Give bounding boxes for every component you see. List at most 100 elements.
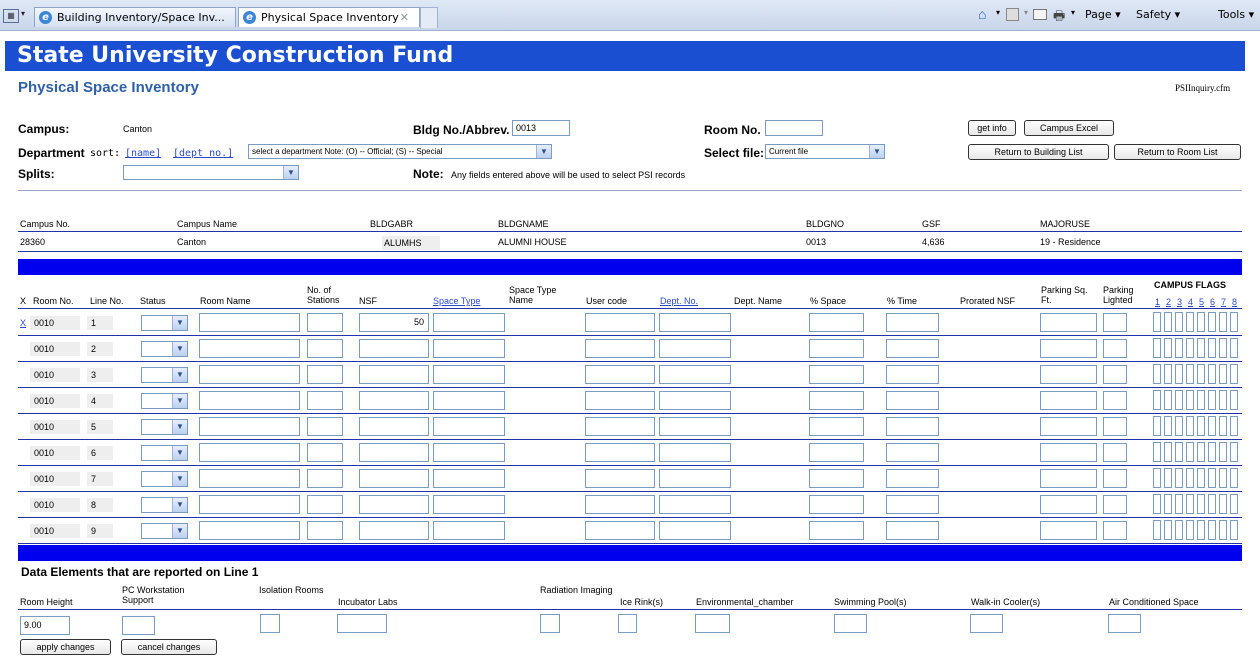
parking-sqft-input[interactable] <box>1040 339 1097 358</box>
campus-flag-checkbox[interactable] <box>1153 312 1161 332</box>
campus-flag-checkbox[interactable] <box>1164 312 1172 332</box>
campus-excel-button[interactable]: Campus Excel <box>1024 120 1114 136</box>
campus-flag-checkbox[interactable] <box>1208 494 1216 514</box>
room-name-input[interactable] <box>199 469 300 488</box>
campus-flag-checkbox[interactable] <box>1175 520 1183 540</box>
campus-flag-checkbox[interactable] <box>1219 520 1227 540</box>
campus-flag-checkbox[interactable] <box>1219 312 1227 332</box>
status-select[interactable]: ▼ <box>141 341 188 357</box>
campus-flag-checkbox[interactable] <box>1208 338 1216 358</box>
nsf-input[interactable] <box>359 443 429 462</box>
campus-flag-checkbox[interactable] <box>1197 494 1205 514</box>
space-type-input[interactable] <box>433 313 505 332</box>
nsf-input[interactable] <box>359 339 429 358</box>
pct-space-input[interactable] <box>809 495 864 514</box>
parking-lighted-input[interactable] <box>1103 391 1127 410</box>
sort-by-name-link[interactable]: [name] <box>125 148 161 159</box>
parking-sqft-input[interactable] <box>1040 313 1097 332</box>
delete-row-link[interactable]: X <box>20 318 26 328</box>
campus-flag-checkbox[interactable] <box>1153 494 1161 514</box>
nsf-input[interactable] <box>359 417 429 436</box>
campus-flag-checkbox[interactable] <box>1175 468 1183 488</box>
parking-sqft-input[interactable] <box>1040 391 1097 410</box>
stations-input[interactable] <box>307 417 343 436</box>
parking-sqft-input[interactable] <box>1040 469 1097 488</box>
campus-flag-checkbox[interactable] <box>1153 520 1161 540</box>
campus-flag-checkbox[interactable] <box>1197 442 1205 462</box>
tab-list-chevron-icon[interactable]: ▾ <box>21 9 25 18</box>
pct-space-input[interactable] <box>809 521 864 540</box>
home-icon[interactable]: ⌂ <box>978 6 986 22</box>
nsf-input[interactable] <box>359 521 429 540</box>
page-menu[interactable]: Page ▾ <box>1085 8 1121 21</box>
nsf-input[interactable] <box>359 469 429 488</box>
campus-flag-checkbox[interactable] <box>1197 338 1205 358</box>
status-select[interactable]: ▼ <box>141 445 188 461</box>
pct-time-input[interactable] <box>886 313 939 332</box>
space-type-input[interactable] <box>433 417 505 436</box>
campus-flag-checkbox[interactable] <box>1230 442 1238 462</box>
space-type-input[interactable] <box>433 365 505 384</box>
dept-no-input[interactable] <box>659 339 731 358</box>
campus-flag-checkbox[interactable] <box>1197 416 1205 436</box>
select-file-select[interactable]: Current file ▼ <box>765 144 885 159</box>
flag-number-1[interactable]: 1 <box>1155 297 1160 307</box>
radiation-imaging-input[interactable] <box>540 614 560 633</box>
stations-input[interactable] <box>307 495 343 514</box>
quick-tabs-icon[interactable]: ▦ <box>3 9 19 23</box>
space-type-input[interactable] <box>433 521 505 540</box>
pct-time-input[interactable] <box>886 339 939 358</box>
campus-flag-checkbox[interactable] <box>1219 416 1227 436</box>
status-select[interactable]: ▼ <box>141 419 188 435</box>
campus-flag-checkbox[interactable] <box>1153 390 1161 410</box>
space-type-input[interactable] <box>433 391 505 410</box>
status-select[interactable]: ▼ <box>141 393 188 409</box>
dept-no-input[interactable] <box>659 391 731 410</box>
space-type-input[interactable] <box>433 469 505 488</box>
campus-flag-checkbox[interactable] <box>1208 390 1216 410</box>
campus-flag-checkbox[interactable] <box>1230 338 1238 358</box>
stations-input[interactable] <box>307 469 343 488</box>
user-code-input[interactable] <box>585 521 655 540</box>
isolation-rooms-input[interactable] <box>260 614 280 633</box>
print-dropdown-icon[interactable]: ▾ <box>1071 8 1075 17</box>
campus-flag-checkbox[interactable] <box>1219 364 1227 384</box>
campus-flag-checkbox[interactable] <box>1197 390 1205 410</box>
pct-space-input[interactable] <box>809 469 864 488</box>
stations-input[interactable] <box>307 313 343 332</box>
campus-flag-checkbox[interactable] <box>1186 338 1194 358</box>
pct-time-input[interactable] <box>886 391 939 410</box>
safety-menu[interactable]: Safety ▾ <box>1136 8 1180 21</box>
campus-flag-checkbox[interactable] <box>1175 312 1183 332</box>
nsf-input[interactable] <box>359 495 429 514</box>
pct-space-input[interactable] <box>809 365 864 384</box>
cancel-changes-button[interactable]: cancel changes <box>121 639 217 655</box>
tab-physical-space-inventory[interactable]: e Physical Space Inventory ✕ <box>238 7 420 27</box>
campus-flag-checkbox[interactable] <box>1175 494 1183 514</box>
space-type-input[interactable] <box>433 443 505 462</box>
pc-workstation-support-input[interactable] <box>122 616 155 635</box>
campus-flag-checkbox[interactable] <box>1219 468 1227 488</box>
parking-sqft-input[interactable] <box>1040 417 1097 436</box>
campus-flag-checkbox[interactable] <box>1208 364 1216 384</box>
campus-flag-checkbox[interactable] <box>1186 312 1194 332</box>
campus-flag-checkbox[interactable] <box>1164 364 1172 384</box>
swimming-pools-input[interactable] <box>834 614 867 633</box>
dept-no-input[interactable] <box>659 365 731 384</box>
campus-flag-checkbox[interactable] <box>1230 364 1238 384</box>
campus-flag-checkbox[interactable] <box>1230 416 1238 436</box>
campus-flag-checkbox[interactable] <box>1153 338 1161 358</box>
parking-sqft-input[interactable] <box>1040 365 1097 384</box>
campus-flag-checkbox[interactable] <box>1175 390 1183 410</box>
stations-input[interactable] <box>307 521 343 540</box>
flag-number-3[interactable]: 3 <box>1177 297 1182 307</box>
user-code-input[interactable] <box>585 443 655 462</box>
campus-flag-checkbox[interactable] <box>1208 416 1216 436</box>
dept-no-input[interactable] <box>659 417 731 436</box>
air-conditioned-space-input[interactable] <box>1108 614 1141 633</box>
user-code-input[interactable] <box>585 495 655 514</box>
campus-flag-checkbox[interactable] <box>1164 416 1172 436</box>
flag-number-5[interactable]: 5 <box>1199 297 1204 307</box>
campus-flag-checkbox[interactable] <box>1186 468 1194 488</box>
campus-flag-checkbox[interactable] <box>1153 442 1161 462</box>
